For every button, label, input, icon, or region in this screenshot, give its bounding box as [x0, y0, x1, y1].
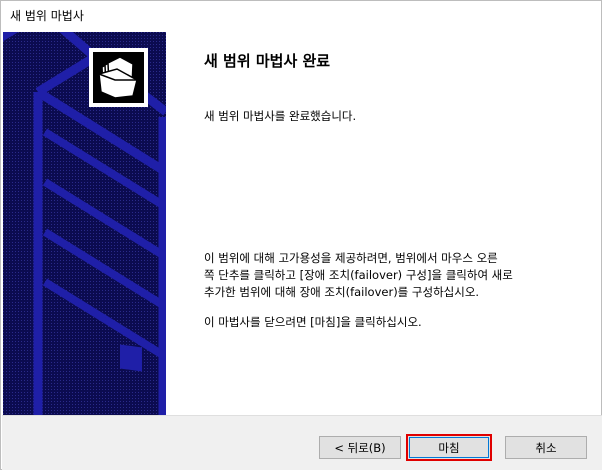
wizard-window: 새 범위 마법사 새 범위 마법사 완료 새 범위 마법사를 완료했습니다. 이… [0, 0, 602, 470]
finish-button[interactable]: 마침 [406, 434, 492, 461]
instruction-line-1: 이 범위에 대해 고가용성을 제공하려면, 범위에서 마우스 오른 [204, 251, 498, 265]
button-bar: < 뒤로(B) 마침 취소 [2, 415, 602, 470]
page-heading: 새 범위 마법사 완료 [204, 52, 331, 70]
finish-button-label: 마침 [438, 440, 460, 455]
window-title: 새 범위 마법사 [10, 9, 84, 23]
wizard-side-banner [3, 32, 166, 415]
intro-text: 새 범위 마법사를 완료했습니다. [204, 109, 357, 123]
folder-documents-icon [89, 48, 148, 107]
wizard-content: 새 범위 마법사 완료 새 범위 마법사를 완료했습니다. 이 범위에 대해 고… [166, 32, 601, 415]
cancel-button[interactable]: 취소 [505, 436, 587, 459]
closing-text: 이 마법사를 닫으려면 [마침]을 클릭하십시오. [204, 315, 422, 329]
title-bar: 새 범위 마법사 [1, 1, 601, 31]
back-button[interactable]: < 뒤로(B) [319, 436, 401, 459]
instruction-line-2: 쪽 단추를 클릭하고 [장애 조치(failover) 구성]을 클릭하여 새로 [204, 268, 513, 282]
instruction-line-3: 추가한 범위에 대해 장애 조치(failover)를 구성하십시오. [204, 285, 480, 299]
